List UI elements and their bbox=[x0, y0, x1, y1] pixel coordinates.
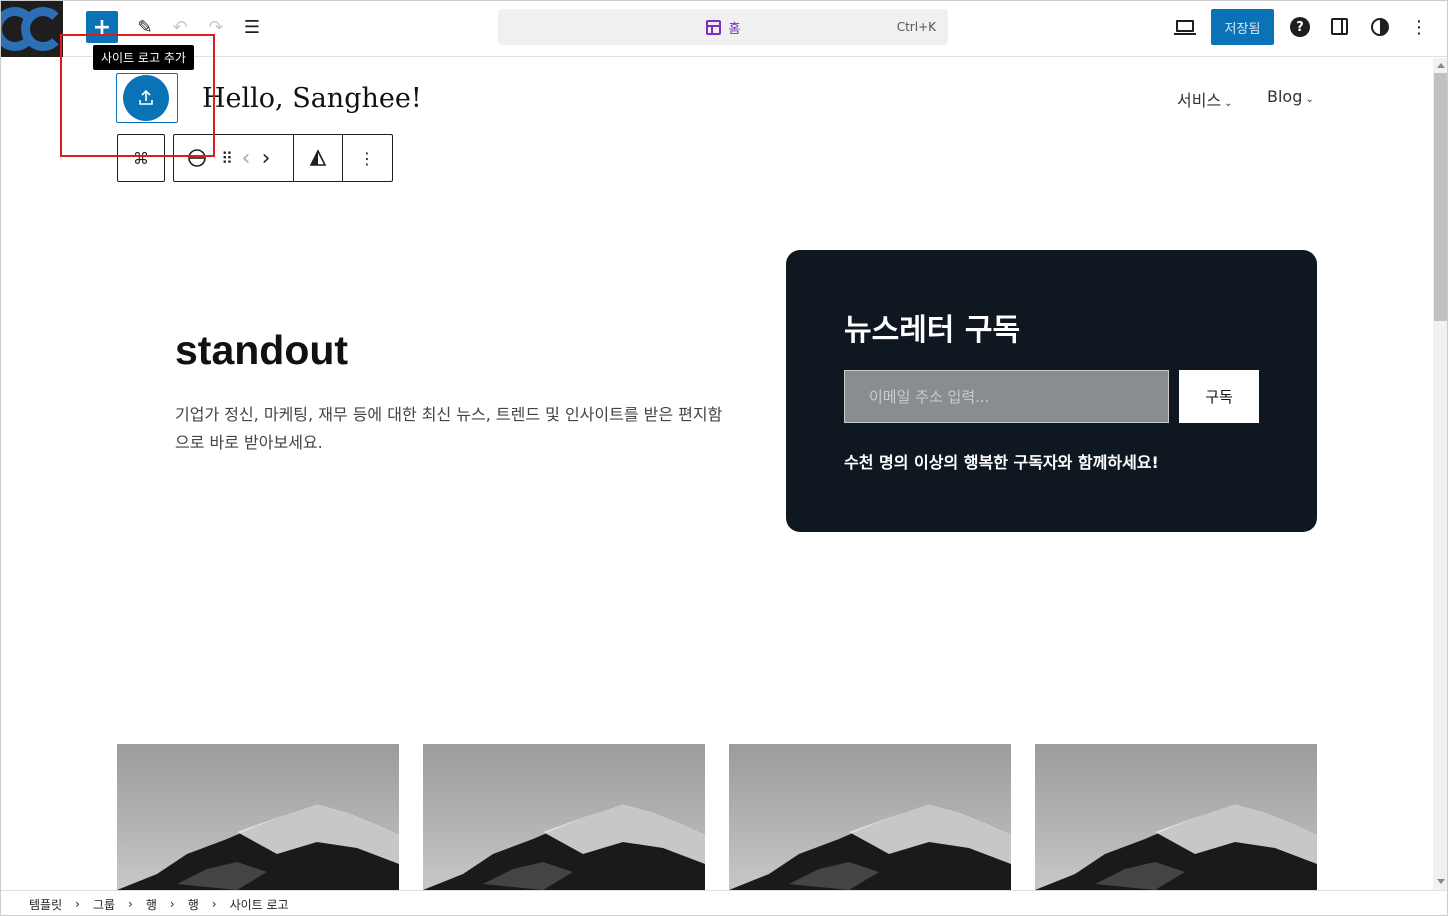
template-icon bbox=[705, 19, 721, 35]
mountain-image[interactable] bbox=[729, 744, 1011, 890]
styles-icon[interactable] bbox=[1371, 18, 1389, 36]
subscribe-button[interactable]: 구독 bbox=[1179, 370, 1259, 423]
move-right-icon[interactable]: › bbox=[258, 135, 274, 181]
site-icon-shape bbox=[21, 7, 63, 51]
options-more-icon[interactable]: ⋮ bbox=[1409, 13, 1429, 41]
drag-handle-icon[interactable]: ⠿ bbox=[220, 135, 234, 181]
email-input[interactable]: 이메일 주소 입력... bbox=[844, 370, 1169, 423]
command-shortcut: Ctrl+K bbox=[896, 20, 936, 34]
breadcrumb-separator-icon: › bbox=[169, 897, 175, 911]
scroll-down-arrow-icon[interactable] bbox=[1437, 879, 1445, 884]
editor-top-toolbar: + ✎ ↶ ↷ ☰ 홈 Ctrl+K 저장됨 ? ⋮ bbox=[1, 1, 1447, 57]
mountain-image[interactable] bbox=[423, 744, 705, 890]
nav-item-label: 서비스 bbox=[1177, 91, 1222, 110]
command-palette-button[interactable]: 홈 Ctrl+K bbox=[498, 9, 948, 45]
align-icon[interactable] bbox=[294, 135, 342, 181]
site-icon[interactable] bbox=[1, 1, 63, 57]
nav-item-label: Blog bbox=[1267, 87, 1303, 106]
move-left-icon[interactable]: ‹ bbox=[234, 135, 258, 181]
newsletter-note[interactable]: 수천 명의 이상의 행복한 구독자와 함께하세요! bbox=[844, 449, 1159, 473]
newsletter-title[interactable]: 뉴스레터 구독 bbox=[844, 305, 1020, 349]
newsletter-card: 뉴스레터 구독 이메일 주소 입력... 구독 수천 명의 이상의 행복한 구독… bbox=[786, 250, 1317, 532]
breadcrumb-item[interactable]: 그룹 bbox=[93, 896, 115, 913]
settings-sidebar-icon[interactable] bbox=[1331, 18, 1348, 35]
nav-item-services[interactable]: 서비스 ⌄ bbox=[1177, 87, 1233, 111]
mountain-picture bbox=[423, 804, 705, 890]
mountain-picture bbox=[729, 804, 1011, 890]
help-icon[interactable]: ? bbox=[1290, 17, 1310, 37]
list-view-icon[interactable]: ☰ bbox=[236, 11, 268, 43]
command-title: 홈 bbox=[728, 21, 741, 37]
triangle-icon bbox=[309, 149, 327, 166]
hero-description[interactable]: 기업가 정신, 마케팅, 재무 등에 대한 최신 뉴스, 트렌드 및 인사이트를… bbox=[175, 401, 735, 457]
editor-window: + ✎ ↶ ↷ ☰ 홈 Ctrl+K 저장됨 ? ⋮ 사이트 로고 추가 Hel… bbox=[0, 0, 1448, 916]
breadcrumb-item[interactable]: 행 bbox=[146, 896, 157, 913]
site-title[interactable]: Hello, Sanghee! bbox=[202, 83, 422, 114]
annotation-highlight-box bbox=[60, 34, 215, 157]
mountain-image[interactable] bbox=[1035, 744, 1317, 890]
mountain-picture bbox=[117, 804, 399, 890]
breadcrumb-item: 사이트 로고 bbox=[229, 897, 289, 912]
scroll-up-arrow-icon[interactable] bbox=[1437, 63, 1445, 68]
save-button[interactable]: 저장됨 bbox=[1211, 9, 1274, 45]
chevron-down-icon: ⌄ bbox=[1305, 94, 1314, 105]
mountain-image[interactable] bbox=[117, 744, 399, 890]
block-options-icon[interactable]: ⋮ bbox=[343, 135, 391, 181]
breadcrumb-separator-icon: › bbox=[75, 897, 80, 911]
nav-item-blog[interactable]: Blog ⌄ bbox=[1267, 87, 1314, 106]
mountain-picture bbox=[1035, 804, 1317, 890]
chevron-down-icon: ⌄ bbox=[1224, 98, 1233, 109]
breadcrumb-item[interactable]: 행 bbox=[188, 896, 199, 913]
device-preview-icon[interactable] bbox=[1174, 20, 1196, 35]
scrollbar-thumb[interactable] bbox=[1434, 73, 1447, 321]
breadcrumb-separator-icon: › bbox=[211, 897, 217, 911]
breadcrumb-item[interactable]: 템플릿 bbox=[29, 896, 62, 913]
breadcrumb-separator-icon: › bbox=[128, 897, 133, 911]
block-breadcrumb: 템플릿 › 그룹 › 행 › 행 › 사이트 로고 bbox=[1, 890, 1447, 915]
hero-heading[interactable]: standout bbox=[175, 327, 348, 374]
